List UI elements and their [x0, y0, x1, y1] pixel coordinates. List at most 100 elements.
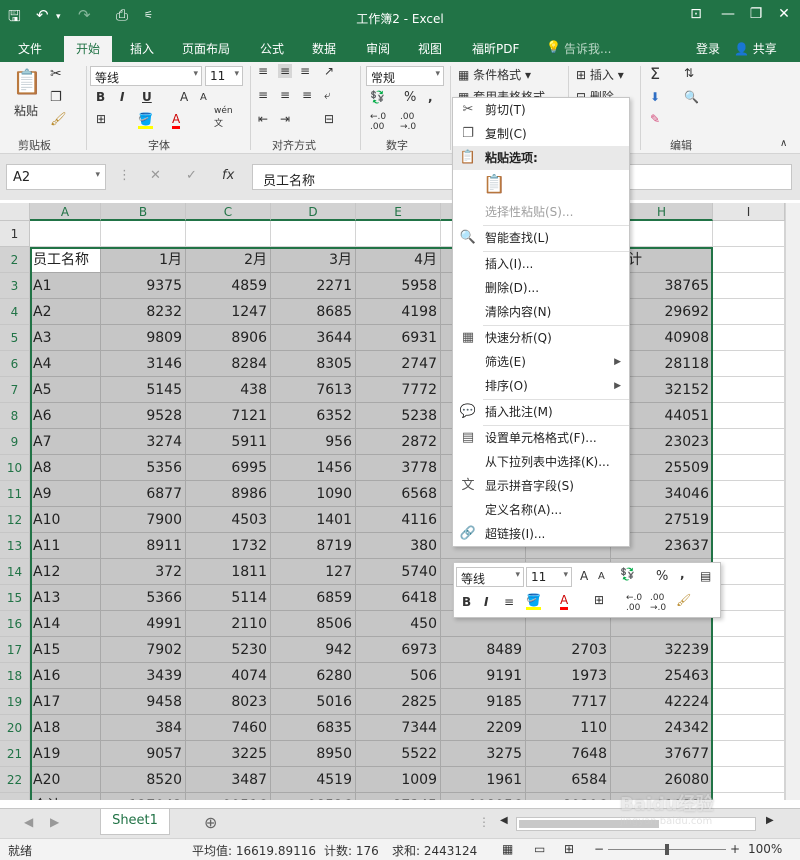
cell[interactable]: 380 [356, 533, 441, 559]
cell[interactable]: 1732 [186, 533, 271, 559]
number-format-combo[interactable]: 常规 ▾ [366, 66, 444, 86]
orientation-icon[interactable]: ↗ [324, 64, 334, 78]
cell[interactable]: A12 [30, 559, 101, 585]
zoom-in-icon[interactable]: + [730, 842, 740, 856]
cell[interactable]: 4991 [101, 611, 186, 637]
cell[interactable]: 8506 [271, 611, 356, 637]
tab-insert[interactable]: 插入 [130, 40, 154, 57]
row-header[interactable]: 16 [0, 611, 30, 637]
close-icon[interactable]: ✕ [772, 6, 796, 22]
cell[interactable]: 32239 [611, 637, 713, 663]
cell[interactable]: 8986 [186, 481, 271, 507]
grow-font-icon[interactable]: A [180, 90, 188, 104]
cell[interactable]: A17 [30, 689, 101, 715]
cell[interactable]: 3146 [101, 351, 186, 377]
cell[interactable]: 3月 [271, 247, 356, 273]
row-header[interactable]: 4 [0, 299, 30, 325]
cell[interactable]: 8911 [101, 533, 186, 559]
row-header[interactable]: 14 [0, 559, 30, 585]
cell[interactable]: 6584 [526, 767, 611, 793]
cell[interactable] [713, 689, 785, 715]
grow-font-icon[interactable]: A [580, 569, 588, 583]
login-link[interactable]: 登录 [696, 40, 720, 57]
cell[interactable]: 5958 [356, 273, 441, 299]
collapse-ribbon-icon[interactable]: ∧ [780, 138, 787, 149]
font-size-combo[interactable]: 11 ▾ [205, 66, 243, 86]
cell[interactable]: A6 [30, 403, 101, 429]
cell[interactable]: 9458 [101, 689, 186, 715]
mini-borders-icon[interactable]: ⊞ [594, 593, 604, 607]
mini-format-painter-icon[interactable]: 🖌 [676, 593, 691, 607]
scroll-left-icon[interactable]: ◀ [24, 815, 33, 829]
mini-increase-decimal-icon[interactable]: ←.0.00 [626, 593, 642, 613]
format-painter-icon[interactable]: 🖌 [50, 112, 67, 127]
row-header[interactable]: 19 [0, 689, 30, 715]
mini-font-color-icon[interactable]: A [560, 593, 569, 610]
cell[interactable]: A13 [30, 585, 101, 611]
cell[interactable]: A14 [30, 611, 101, 637]
cell[interactable]: 8685 [271, 299, 356, 325]
borders-icon[interactable]: ⊞ [96, 112, 106, 126]
cell[interactable]: A15 [30, 637, 101, 663]
row-header[interactable]: 8 [0, 403, 30, 429]
row-header[interactable]: 9 [0, 429, 30, 455]
cell[interactable]: 3274 [101, 429, 186, 455]
cell[interactable]: 4859 [186, 273, 271, 299]
cell[interactable]: 6877 [101, 481, 186, 507]
cell[interactable] [713, 455, 785, 481]
tab-page-layout[interactable]: 页面布局 [182, 40, 230, 57]
cell[interactable] [713, 221, 785, 247]
normal-view-icon[interactable]: ▦ [502, 842, 513, 856]
cell[interactable]: 2271 [271, 273, 356, 299]
cell[interactable]: 9528 [101, 403, 186, 429]
shrink-font-icon[interactable]: A [200, 92, 207, 103]
cell[interactable]: A20 [30, 767, 101, 793]
cut-icon[interactable]: ✂ [50, 66, 62, 82]
cell[interactable]: 42224 [611, 689, 713, 715]
tell-me-box[interactable]: 告诉我... [564, 40, 611, 57]
cell[interactable]: A11 [30, 533, 101, 559]
phonetic-icon[interactable]: wén 文 [214, 106, 233, 129]
cell[interactable]: 3275 [441, 741, 526, 767]
cell[interactable]: 6352 [271, 403, 356, 429]
paste-icon[interactable]: 📋 [12, 68, 42, 96]
row-header[interactable]: 13 [0, 533, 30, 559]
context-menu-item[interactable]: 💬 插入批注(M) [453, 400, 629, 424]
cell[interactable] [713, 507, 785, 533]
cell[interactable]: 9057 [101, 741, 186, 767]
mini-decrease-decimal-icon[interactable]: .00 →.0 [650, 593, 666, 613]
name-box[interactable]: A2 ▾ [6, 164, 106, 190]
cell[interactable]: 员工名称 [30, 247, 101, 273]
tab-foxit-pdf[interactable]: 福昕PDF [472, 40, 519, 57]
cell[interactable]: 合计 [30, 793, 101, 800]
row-header[interactable]: 1 [0, 221, 30, 247]
fill-color-icon[interactable]: 🪣 [138, 112, 153, 129]
cell[interactable] [713, 351, 785, 377]
tab-data[interactable]: 数据 [312, 40, 336, 57]
select-all-corner[interactable] [0, 203, 30, 221]
mini-font-combo[interactable]: 等线 ▾ [456, 567, 524, 587]
column-header[interactable]: I [713, 203, 785, 221]
align-right-icon[interactable]: ≡ [302, 88, 312, 102]
cell[interactable]: 3225 [186, 741, 271, 767]
cell[interactable]: 6280 [271, 663, 356, 689]
paste-button[interactable]: 粘贴 [14, 102, 38, 119]
cell[interactable]: 4074 [186, 663, 271, 689]
context-menu-item[interactable]: ▤ 设置单元格格式(F)... [453, 426, 629, 450]
cell[interactable]: 3487 [186, 767, 271, 793]
cell[interactable]: 6931 [356, 325, 441, 351]
align-middle-icon[interactable]: ≡ [278, 64, 293, 78]
row-header[interactable]: 22 [0, 767, 30, 793]
cell[interactable]: 450 [356, 611, 441, 637]
cell[interactable] [713, 429, 785, 455]
cell[interactable]: 8284 [186, 351, 271, 377]
context-menu-item[interactable]: 筛选(E) ▶ [453, 350, 629, 374]
increase-decimal-icon[interactable]: ←.0.00 [370, 112, 386, 132]
mini-align-icon[interactable]: ≡ [504, 595, 514, 609]
cell[interactable]: 4198 [356, 299, 441, 325]
cell[interactable]: 87345 [356, 793, 441, 800]
cell[interactable]: 7900 [101, 507, 186, 533]
scroll-right-icon[interactable]: ▶ [50, 815, 59, 829]
cell[interactable]: 9191 [441, 663, 526, 689]
row-header[interactable]: 6 [0, 351, 30, 377]
